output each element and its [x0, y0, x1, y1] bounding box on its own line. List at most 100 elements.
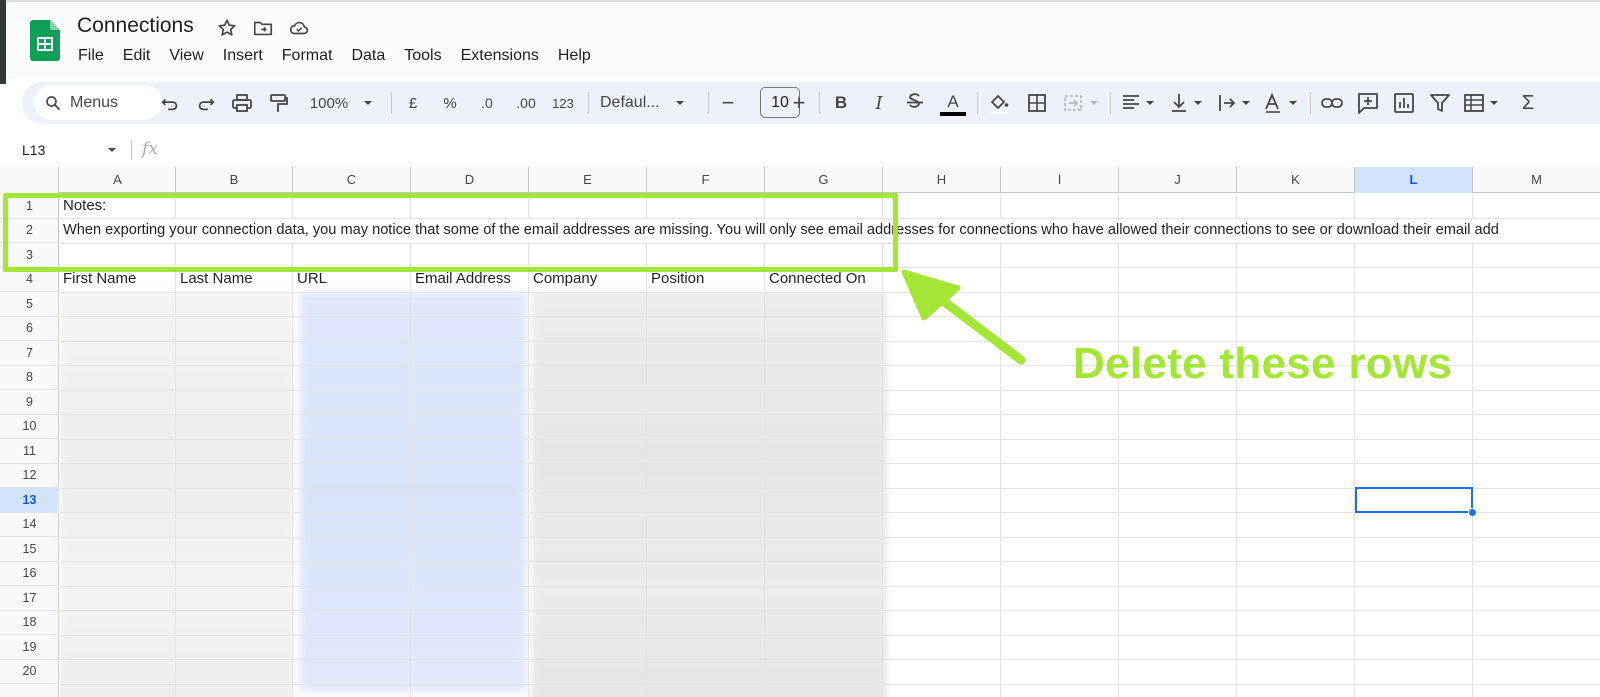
- row-header[interactable]: 15: [0, 537, 59, 562]
- borders-icon[interactable]: [1026, 82, 1048, 124]
- row-header[interactable]: 12: [0, 464, 59, 488]
- row-header[interactable]: 14: [0, 513, 59, 537]
- selected-cell-l13[interactable]: [1355, 487, 1473, 513]
- fill-handle[interactable]: [1468, 508, 1477, 517]
- text-rotation-icon[interactable]: [1262, 82, 1302, 124]
- functions-label: Σ: [1521, 91, 1535, 114]
- header-position: Position: [651, 270, 705, 287]
- chevron-down-icon[interactable]: [105, 143, 119, 157]
- column-header-m[interactable]: M: [1473, 167, 1600, 193]
- menu-view[interactable]: View: [169, 45, 203, 67]
- column-header-a[interactable]: A: [60, 167, 176, 193]
- currency-label: £: [408, 94, 418, 112]
- paint-format-icon[interactable]: [266, 82, 290, 124]
- select-all-corner[interactable]: [0, 167, 59, 193]
- increase-decimal-button[interactable]: .00: [509, 82, 543, 124]
- document-title[interactable]: Connections: [77, 14, 194, 38]
- column-header-k[interactable]: K: [1237, 167, 1355, 193]
- print-icon[interactable]: [230, 82, 254, 124]
- row-header-selected[interactable]: 13: [0, 488, 59, 513]
- strikethrough-icon[interactable]: [904, 82, 926, 124]
- annotation-text: Delete these rows: [1073, 339, 1453, 388]
- formula-bar: L13 fx: [0, 135, 1600, 165]
- undo-icon[interactable]: [159, 82, 181, 124]
- horizontal-align-icon[interactable]: [1120, 82, 1158, 124]
- search-menus-label: Menus: [70, 93, 119, 111]
- percent-label: %: [443, 94, 457, 112]
- decrease-font-size-button[interactable]: −: [718, 82, 738, 124]
- title-bar: Connections File Edit View Insert Format…: [0, 0, 1600, 84]
- move-folder-icon[interactable]: [252, 17, 274, 39]
- filter-views-icon[interactable]: [1462, 82, 1502, 124]
- menu-tools[interactable]: Tools: [404, 45, 441, 67]
- bold-label: B: [834, 93, 848, 112]
- menu-format[interactable]: Format: [282, 45, 333, 67]
- menu-extensions[interactable]: Extensions: [461, 45, 539, 67]
- column-header-b[interactable]: B: [176, 167, 293, 193]
- number-format-button[interactable]: 123: [548, 82, 578, 124]
- row-header[interactable]: 9: [0, 390, 59, 415]
- font-name: Defaul...: [600, 94, 660, 111]
- row-header[interactable]: 20: [0, 660, 59, 684]
- sheets-logo-icon[interactable]: [30, 20, 60, 61]
- row-header[interactable]: 10: [0, 415, 59, 439]
- name-box[interactable]: L13: [22, 135, 45, 165]
- menu-insert[interactable]: Insert: [223, 45, 263, 67]
- row-header[interactable]: 17: [0, 586, 59, 611]
- top-border: [0, 0, 1600, 2]
- column-header-j[interactable]: J: [1119, 167, 1237, 193]
- text-wrapping-icon[interactable]: [1216, 82, 1254, 124]
- decrease-decimal-button[interactable]: .0: [472, 82, 502, 124]
- column-headers: A B C D E F G H I J K L M: [0, 167, 1600, 193]
- menu-edit[interactable]: Edit: [123, 45, 151, 67]
- column-header-e[interactable]: E: [529, 167, 647, 193]
- window-edge: [0, 0, 6, 84]
- row-header[interactable]: 7: [0, 341, 59, 366]
- filter-icon[interactable]: [1428, 82, 1452, 124]
- column-header-g[interactable]: G: [765, 167, 883, 193]
- column-header-h[interactable]: H: [883, 167, 1001, 193]
- column-header-c[interactable]: C: [293, 167, 411, 193]
- header-connected-on: Connected On: [769, 270, 866, 287]
- vertical-align-icon[interactable]: [1168, 82, 1206, 124]
- column-header-f[interactable]: F: [647, 167, 765, 193]
- menu-data[interactable]: Data: [351, 45, 385, 67]
- redo-icon[interactable]: [195, 82, 217, 124]
- row-header[interactable]: 19: [0, 635, 59, 660]
- search-menus[interactable]: Menus: [34, 85, 162, 120]
- merge-cells-icon[interactable]: [1062, 82, 1102, 124]
- insert-comment-icon[interactable]: [1356, 82, 1380, 124]
- menu-help[interactable]: Help: [558, 45, 591, 67]
- text-color-button[interactable]: A: [939, 82, 967, 124]
- font-size-value: 10: [771, 93, 789, 111]
- column-header-d[interactable]: D: [411, 167, 529, 193]
- cloud-saved-icon[interactable]: [288, 17, 310, 39]
- column-header-i[interactable]: I: [1001, 167, 1119, 193]
- insert-link-icon[interactable]: [1320, 82, 1344, 124]
- column-header-l[interactable]: L: [1355, 167, 1473, 193]
- star-icon[interactable]: [216, 17, 238, 39]
- chevron-down-icon: [364, 101, 373, 105]
- row-header[interactable]: 8: [0, 366, 59, 390]
- row-header[interactable]: 11: [0, 439, 59, 464]
- blurred-data-url-email: [300, 292, 526, 692]
- row-header[interactable]: 16: [0, 562, 59, 586]
- percent-format-button[interactable]: %: [439, 82, 461, 124]
- zoom-select[interactable]: 100%: [302, 82, 382, 124]
- italic-button[interactable]: I: [868, 82, 890, 124]
- row-header[interactable]: 6: [0, 317, 59, 341]
- menu-file[interactable]: File: [78, 45, 104, 67]
- increase-font-size-button[interactable]: +: [789, 82, 809, 124]
- functions-button[interactable]: Σ: [1516, 82, 1540, 124]
- fill-color-icon[interactable]: [987, 82, 1011, 124]
- search-icon: [46, 95, 60, 110]
- text-color-letter: A: [947, 91, 959, 111]
- bold-button[interactable]: B: [830, 82, 852, 124]
- row-header[interactable]: 5: [0, 292, 59, 317]
- font-select[interactable]: Defaul...: [600, 82, 692, 124]
- minus-label: −: [721, 90, 735, 115]
- insert-chart-icon[interactable]: [1392, 82, 1416, 124]
- currency-format-button[interactable]: £: [402, 82, 424, 124]
- decrease-decimal-label: .0: [481, 95, 493, 111]
- row-header[interactable]: 18: [0, 611, 59, 635]
